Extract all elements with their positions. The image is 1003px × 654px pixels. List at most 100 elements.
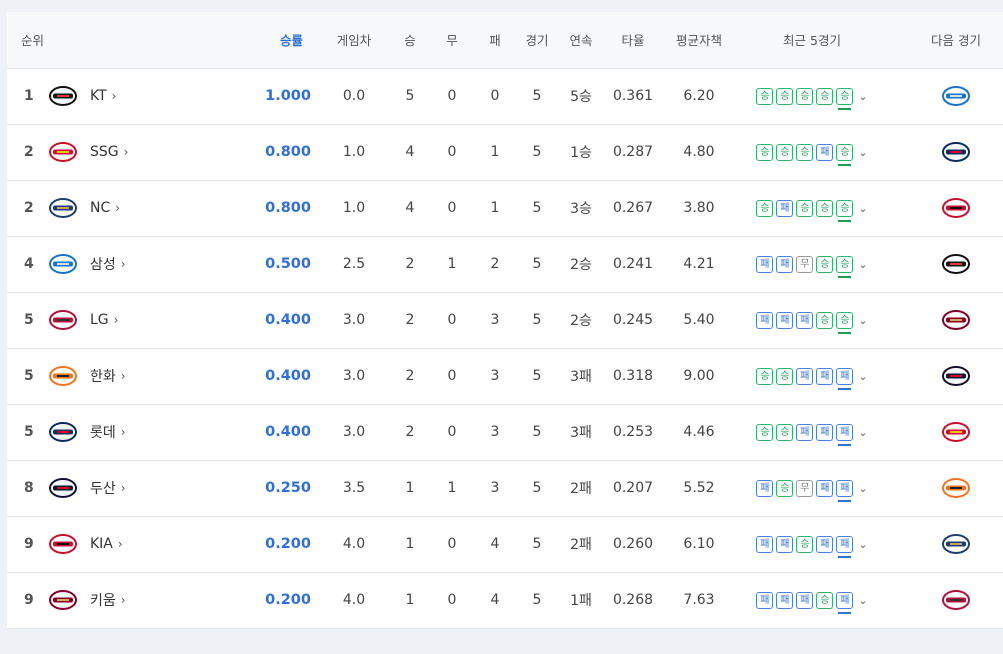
team-name-link[interactable]: LG bbox=[90, 312, 109, 328]
chevron-down-icon[interactable]: ⌄ bbox=[858, 90, 867, 103]
lg-twins-logo[interactable] bbox=[941, 589, 971, 611]
chevron-down-icon[interactable]: ⌄ bbox=[858, 370, 867, 383]
chevron-right-icon[interactable]: › bbox=[115, 201, 120, 215]
chevron-down-icon[interactable]: ⌄ bbox=[858, 258, 867, 271]
kia-tigers-logo[interactable] bbox=[941, 197, 971, 219]
next-game-cell[interactable] bbox=[889, 572, 1003, 629]
chevron-down-icon[interactable]: ⌄ bbox=[858, 482, 867, 495]
header-era[interactable]: 평균자책 bbox=[663, 12, 735, 69]
team-name-link[interactable]: 키움 bbox=[90, 590, 116, 610]
samsung-lions-logo[interactable] bbox=[941, 85, 971, 107]
chevron-right-icon[interactable]: › bbox=[112, 89, 117, 103]
chevron-down-icon[interactable]: ⌄ bbox=[858, 202, 867, 215]
header-team bbox=[47, 12, 177, 69]
table-row[interactable]: 5 한화 › 0.400 3.0 2 0 3 5 3패 0.318 9.00 승 승 패 패 패 ⌄ bbox=[7, 348, 1003, 405]
chevron-right-icon[interactable]: › bbox=[121, 481, 126, 495]
table-row[interactable]: 2 SSG › 0.800 1.0 4 0 1 5 1승 0.287 4.80 승 승 승 패 승 ⌄ bbox=[7, 124, 1003, 181]
header-draws[interactable]: 무 bbox=[429, 12, 475, 69]
next-game-cell[interactable] bbox=[889, 236, 1003, 293]
next-game-cell[interactable] bbox=[889, 404, 1003, 461]
games-behind-cell: 1.0 bbox=[317, 180, 391, 237]
header-wins[interactable]: 승 bbox=[391, 12, 429, 69]
games-behind-cell: 4.0 bbox=[317, 516, 391, 573]
next-game-cell[interactable] bbox=[889, 124, 1003, 181]
lotte-giants-logo[interactable] bbox=[941, 141, 971, 163]
team-name-link[interactable]: 삼성 bbox=[90, 254, 116, 274]
team-name-link[interactable]: KIA bbox=[90, 536, 113, 552]
team-cell[interactable]: KIA › bbox=[47, 516, 177, 573]
losses-cell: 4 bbox=[475, 572, 515, 629]
team-name-link[interactable]: KT bbox=[90, 88, 107, 104]
recent-result-badge: 패 bbox=[756, 311, 774, 329]
team-name-link[interactable]: NC bbox=[90, 200, 110, 216]
team-cell[interactable]: NC › bbox=[47, 180, 177, 237]
next-game-cell[interactable] bbox=[889, 292, 1003, 349]
chevron-right-icon[interactable]: › bbox=[121, 425, 126, 439]
ssg-landers-logo[interactable] bbox=[941, 421, 971, 443]
team-name-link[interactable]: 한화 bbox=[90, 366, 116, 386]
next-game-cell[interactable] bbox=[889, 348, 1003, 405]
chevron-down-icon[interactable]: ⌄ bbox=[858, 314, 867, 327]
table-row[interactable]: 5 LG › 0.400 3.0 2 0 3 5 2승 0.245 5.40 패 패 패 승 승 ⌄ bbox=[7, 292, 1003, 349]
header-batting-avg[interactable]: 타율 bbox=[603, 12, 663, 69]
team-cell[interactable]: KT › bbox=[47, 68, 177, 125]
team-cell[interactable]: SSG › bbox=[47, 124, 177, 181]
recent-result-badge: 승 bbox=[776, 143, 794, 161]
recent5-cell: 패 패 무 승 승 ⌄ bbox=[735, 236, 889, 293]
table-row[interactable]: 5 롯데 › 0.400 3.0 2 0 3 5 3패 0.253 4.46 승 승 패 패 패 ⌄ bbox=[7, 404, 1003, 461]
next-game-cell[interactable] bbox=[889, 516, 1003, 573]
team-name-link[interactable]: 롯데 bbox=[90, 422, 116, 442]
chevron-right-icon[interactable]: › bbox=[121, 369, 126, 383]
doosan-bears-logo[interactable] bbox=[941, 365, 971, 387]
wins-cell: 1 bbox=[391, 516, 429, 573]
chevron-right-icon[interactable]: › bbox=[121, 593, 126, 607]
team-cell[interactable]: 한화 › bbox=[47, 348, 177, 405]
table-row[interactable]: 1 KT › 1.000 0.0 5 0 0 5 5승 0.361 6.20 승 승 승 승 승 ⌄ bbox=[7, 68, 1003, 125]
table-row[interactable]: 8 두산 › 0.250 3.5 1 1 3 5 2패 0.207 5.52 패 승 무 패 패 ⌄ bbox=[7, 460, 1003, 517]
kiwoom-heroes-logo[interactable] bbox=[941, 309, 971, 331]
next-game-cell[interactable] bbox=[889, 68, 1003, 125]
team-cell[interactable]: 키움 › bbox=[47, 572, 177, 629]
chevron-down-icon[interactable]: ⌄ bbox=[858, 538, 867, 551]
table-row[interactable]: 2 NC › 0.800 1.0 4 0 1 5 3승 0.267 3.80 승 패 승 승 승 ⌄ bbox=[7, 180, 1003, 237]
header-rank[interactable]: 순위 bbox=[7, 12, 47, 69]
header-recent5: 최근 5경기 bbox=[735, 12, 889, 69]
team-cell[interactable]: LG › bbox=[47, 292, 177, 349]
header-losses[interactable]: 패 bbox=[475, 12, 515, 69]
table-row[interactable]: 9 KIA › 0.200 4.0 1 0 4 5 2패 0.260 6.10 패 패 승 패 패 ⌄ bbox=[7, 516, 1003, 573]
nc-dinos-logo[interactable] bbox=[941, 533, 971, 555]
recent-result-badge: 패 bbox=[796, 423, 814, 441]
chevron-right-icon[interactable]: › bbox=[121, 257, 126, 271]
header-games-behind[interactable]: 게임차 bbox=[317, 12, 391, 69]
chevron-down-icon[interactable]: ⌄ bbox=[858, 146, 867, 159]
header-games[interactable]: 경기 bbox=[515, 12, 559, 69]
chevron-down-icon[interactable]: ⌄ bbox=[858, 426, 867, 439]
header-win-pct[interactable]: 승률 bbox=[177, 12, 317, 69]
losses-cell: 4 bbox=[475, 516, 515, 573]
streak-cell: 3승 bbox=[559, 180, 603, 237]
kt-wiz-logo[interactable] bbox=[941, 253, 971, 275]
team-name-link[interactable]: 두산 bbox=[90, 478, 116, 498]
team-cell[interactable]: 롯데 › bbox=[47, 404, 177, 461]
team-name-link[interactable]: SSG bbox=[90, 144, 119, 160]
win-pct-cell: 0.800 bbox=[177, 180, 317, 237]
chevron-right-icon[interactable]: › bbox=[118, 537, 123, 551]
recent-result-badge: 승 bbox=[756, 423, 774, 441]
team-cell[interactable]: 삼성 › bbox=[47, 236, 177, 293]
table-row[interactable]: 4 삼성 › 0.500 2.5 2 1 2 5 2승 0.241 4.21 패 패 무 승 승 ⌄ bbox=[7, 236, 1003, 293]
streak-cell: 5승 bbox=[559, 68, 603, 125]
recent5-cell: 패 패 승 패 패 ⌄ bbox=[735, 516, 889, 573]
table-row[interactable]: 9 키움 › 0.200 4.0 1 0 4 5 1패 0.268 7.63 패 패 패 승 패 ⌄ bbox=[7, 572, 1003, 629]
losses-cell: 1 bbox=[475, 124, 515, 181]
chevron-right-icon[interactable]: › bbox=[114, 313, 119, 327]
chevron-down-icon[interactable]: ⌄ bbox=[858, 594, 867, 607]
chevron-right-icon[interactable]: › bbox=[124, 145, 129, 159]
rank-cell: 2 bbox=[7, 124, 47, 181]
hanwha-eagles-logo[interactable] bbox=[941, 477, 971, 499]
team-cell[interactable]: 두산 › bbox=[47, 460, 177, 517]
draws-cell: 1 bbox=[429, 236, 475, 293]
next-game-cell[interactable] bbox=[889, 460, 1003, 517]
header-streak[interactable]: 연속 bbox=[559, 12, 603, 69]
next-game-cell[interactable] bbox=[889, 180, 1003, 237]
games-behind-cell: 0.0 bbox=[317, 68, 391, 125]
